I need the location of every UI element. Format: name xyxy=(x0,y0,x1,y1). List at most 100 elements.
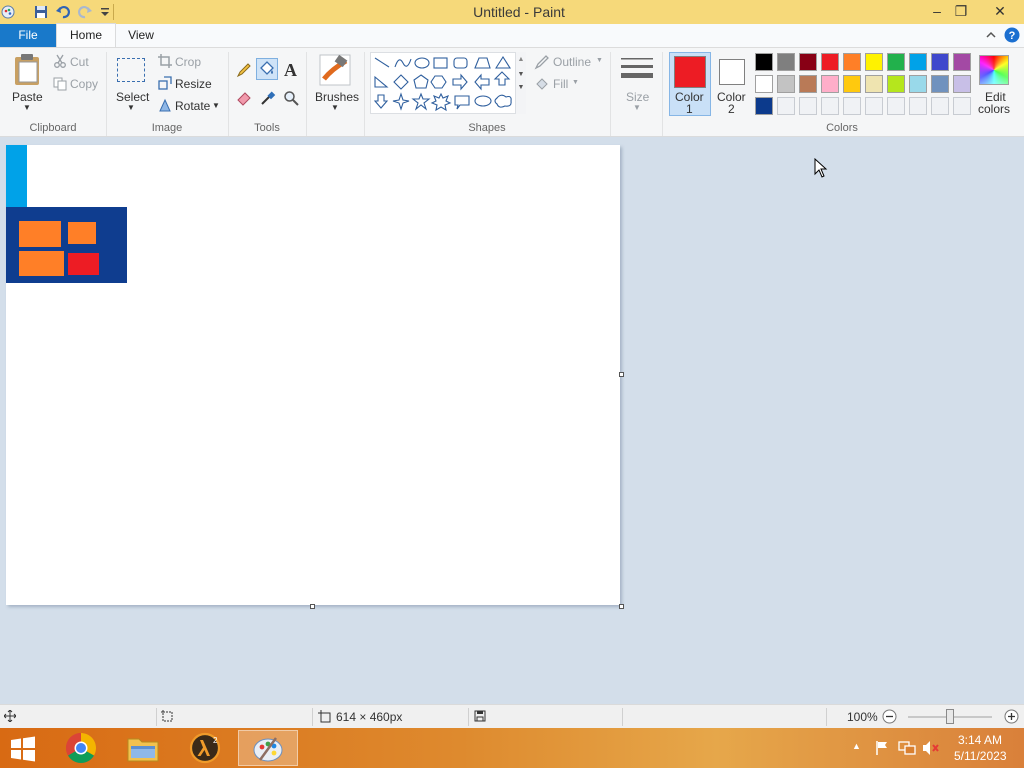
volume-muted-icon[interactable] xyxy=(922,740,940,756)
palette-swatch[interactable] xyxy=(799,97,817,115)
color2-swatch[interactable] xyxy=(719,59,745,85)
outline-button[interactable]: Outline xyxy=(553,55,591,69)
clock-time[interactable]: 3:14 AM xyxy=(958,733,1002,747)
palette-swatch[interactable] xyxy=(887,75,905,93)
show-hidden-icons[interactable]: ▲ xyxy=(852,741,861,751)
palette-swatch[interactable] xyxy=(777,53,795,71)
paste-dropdown-icon[interactable]: ▼ xyxy=(23,103,31,112)
palette-swatch[interactable] xyxy=(865,97,883,115)
size-dropdown-icon[interactable]: ▼ xyxy=(633,103,641,112)
tab-view[interactable]: View xyxy=(120,24,162,47)
palette-swatch[interactable] xyxy=(799,75,817,93)
drawn-orange-rect xyxy=(19,221,61,247)
palette-swatch[interactable] xyxy=(865,53,883,71)
palette-swatch[interactable] xyxy=(777,97,795,115)
canvas-resize-handle-corner[interactable] xyxy=(619,604,624,609)
brushes-dropdown-icon[interactable]: ▼ xyxy=(331,103,339,112)
palette-swatch[interactable] xyxy=(909,53,927,71)
zoom-in-icon[interactable] xyxy=(1004,709,1019,724)
palette-swatch[interactable] xyxy=(755,53,773,71)
shapes-gallery[interactable] xyxy=(370,52,526,114)
palette-swatch[interactable] xyxy=(953,53,971,71)
palette-swatch[interactable] xyxy=(931,75,949,93)
palette-swatch[interactable] xyxy=(887,53,905,71)
size-label[interactable]: Size xyxy=(626,90,649,104)
file-explorer-icon xyxy=(127,738,159,762)
restore-button[interactable]: ❐ xyxy=(944,0,978,22)
palette-swatch[interactable] xyxy=(755,97,773,115)
drawn-blue-bar xyxy=(6,145,27,207)
canvas-resize-handle-bottom[interactable] xyxy=(310,604,315,609)
magnifier-icon[interactable] xyxy=(283,90,299,106)
palette-swatch[interactable] xyxy=(777,75,795,93)
palette-swatch[interactable] xyxy=(843,75,861,93)
window-title: Untitled - Paint xyxy=(473,4,565,20)
palette-swatch[interactable] xyxy=(843,97,861,115)
brushes-label[interactable]: Brushes xyxy=(315,90,359,104)
palette-swatch[interactable] xyxy=(865,75,883,93)
cut-button[interactable]: Cut xyxy=(70,55,89,69)
palette-swatch[interactable] xyxy=(953,75,971,93)
clock-date[interactable]: 5/11/2023 xyxy=(954,749,1007,763)
palette-swatch[interactable] xyxy=(909,97,927,115)
zoom-slider-thumb[interactable] xyxy=(946,709,954,724)
fill-button[interactable]: Fill xyxy=(553,77,568,91)
shapes-scroll-down-icon[interactable]: ▼ xyxy=(516,71,526,78)
paste-label[interactable]: Paste xyxy=(12,90,43,104)
select-dropdown-icon[interactable]: ▼ xyxy=(127,103,135,112)
tab-file[interactable]: File xyxy=(0,24,56,47)
help-icon[interactable]: ? xyxy=(1004,27,1020,43)
palette-swatch[interactable] xyxy=(843,53,861,71)
size-icon[interactable] xyxy=(620,56,654,84)
crop-icon xyxy=(158,54,172,68)
pencil-icon[interactable] xyxy=(236,62,252,78)
rotate-dropdown-icon[interactable]: ▼ xyxy=(212,101,220,110)
close-button[interactable]: ✕ xyxy=(980,0,1020,22)
drawing-canvas[interactable] xyxy=(6,145,620,605)
palette-swatch[interactable] xyxy=(821,97,839,115)
taskbar-half-life-2[interactable]: 2 xyxy=(176,730,236,766)
taskbar-file-explorer[interactable] xyxy=(114,730,174,766)
canvas-resize-handle-right[interactable] xyxy=(619,372,624,377)
action-center-flag-icon[interactable] xyxy=(874,740,890,756)
rotate-button[interactable]: Rotate xyxy=(175,99,210,113)
copy-button[interactable]: Copy xyxy=(70,77,98,91)
palette-swatch[interactable] xyxy=(821,53,839,71)
palette-swatch[interactable] xyxy=(887,97,905,115)
shapes-scroll-up-icon[interactable]: ▲ xyxy=(516,56,526,63)
resize-button[interactable]: Resize xyxy=(175,77,212,91)
crop-button[interactable]: Crop xyxy=(175,55,201,69)
brushes-icon[interactable] xyxy=(318,53,352,87)
fill-dropdown-icon[interactable]: ▼ xyxy=(572,79,579,86)
outline-dropdown-icon[interactable]: ▼ xyxy=(596,57,603,64)
select-icon[interactable] xyxy=(117,58,145,82)
shapes-scrollbar[interactable]: ▲ ▼ ▼ xyxy=(515,52,526,114)
half-life-2-icon: 2 xyxy=(189,732,221,764)
paste-icon[interactable] xyxy=(12,53,42,87)
palette-swatch[interactable] xyxy=(931,97,949,115)
status-divider xyxy=(312,708,313,726)
color-picker-icon[interactable] xyxy=(260,90,276,106)
palette-swatch[interactable] xyxy=(755,75,773,93)
tab-home[interactable]: Home xyxy=(56,23,116,47)
taskbar-chrome[interactable] xyxy=(52,730,112,766)
start-windows-icon[interactable] xyxy=(10,736,36,762)
palette-swatch[interactable] xyxy=(821,75,839,93)
eraser-icon[interactable] xyxy=(236,90,252,106)
fill-tool-selected[interactable] xyxy=(256,58,278,80)
palette-swatch[interactable] xyxy=(799,53,817,71)
shapes-expand-icon[interactable]: ▼ xyxy=(516,84,526,91)
edit-colors-label-2[interactable]: colors xyxy=(978,102,1010,116)
edit-colors-icon[interactable] xyxy=(979,55,1009,85)
text-tool-icon[interactable]: A xyxy=(284,60,297,81)
zoom-out-icon[interactable] xyxy=(882,709,897,724)
cursor-position-icon xyxy=(4,710,16,722)
minimize-ribbon-icon[interactable] xyxy=(986,30,996,40)
color2-number[interactable]: 2 xyxy=(728,102,735,116)
taskbar-paint-active[interactable] xyxy=(238,730,298,766)
select-label[interactable]: Select xyxy=(116,90,149,104)
palette-swatch[interactable] xyxy=(909,75,927,93)
palette-swatch[interactable] xyxy=(953,97,971,115)
network-icon[interactable] xyxy=(898,740,916,756)
palette-swatch[interactable] xyxy=(931,53,949,71)
